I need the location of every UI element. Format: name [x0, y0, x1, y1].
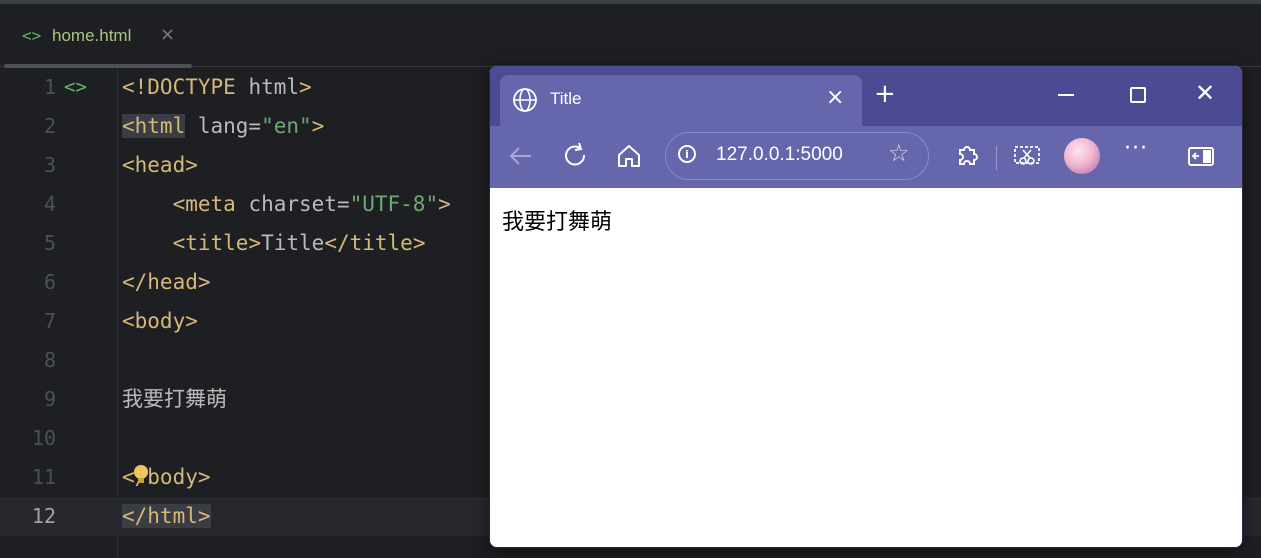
line-number: 8	[43, 348, 56, 372]
home-icon[interactable]	[614, 141, 644, 171]
page-body-text: 我要打舞萌	[502, 210, 613, 235]
toolbar-separator	[996, 146, 997, 170]
code-token: 我要打舞萌	[122, 387, 227, 411]
code-text: <!DOCTYPE html>	[122, 68, 312, 107]
code-token: "UTF-8"	[349, 192, 439, 216]
line-number: 12	[31, 504, 56, 528]
code-token: html	[248, 75, 300, 99]
minimize-button[interactable]	[1058, 94, 1074, 96]
html-gutter-icon[interactable]: <>	[64, 68, 87, 107]
code-token: <title>	[172, 231, 262, 255]
code-token: </html>	[122, 504, 211, 528]
code-text: <meta charset="UTF-8">	[122, 185, 451, 224]
line-number: 6	[43, 270, 56, 294]
code-token: </title>	[324, 231, 426, 255]
close-icon[interactable]: ×	[160, 24, 175, 45]
line-number: 9	[43, 387, 56, 411]
code-token: <html	[122, 114, 186, 138]
code-text: 我要打舞萌	[122, 380, 227, 419]
line-number: 7	[43, 309, 56, 333]
lightbulb-icon[interactable]	[134, 465, 148, 483]
extensions-icon[interactable]	[952, 141, 982, 171]
code-token: "en"	[261, 114, 312, 138]
code-text: <body>	[122, 302, 198, 341]
globe-icon	[513, 88, 537, 112]
favorite-star-icon[interactable]: ☆	[888, 139, 910, 167]
browser-titlebar: Title × + ✕	[490, 66, 1242, 126]
line-number: 4	[43, 192, 56, 216]
code-token: >	[299, 75, 312, 99]
more-options-icon[interactable]: ···	[1124, 136, 1148, 161]
browser-window: Title × + ✕ i 127.0.0.1:5000 ☆ ··· 我要打舞萌	[489, 65, 1243, 548]
code-token: lang=	[185, 114, 262, 138]
code-text: </body>	[122, 458, 211, 497]
code-text: </head>	[122, 263, 211, 302]
tab-filename: home.html	[52, 26, 132, 45]
html-file-icon: <>	[22, 26, 42, 45]
code-text: <html lang="en">	[122, 107, 324, 146]
browser-toolbar: i 127.0.0.1:5000 ☆ ···	[490, 126, 1242, 188]
code-token: >	[438, 192, 451, 216]
code-text: </html>	[122, 497, 211, 536]
browser-tab-title: Title	[550, 89, 582, 108]
code-text: <head>	[122, 146, 198, 185]
site-info-icon[interactable]: i	[678, 145, 696, 163]
code-token: <!DOCTYPE	[122, 75, 249, 99]
code-token: <meta	[172, 192, 236, 216]
close-tab-icon[interactable]: ×	[826, 85, 844, 110]
code-token: <body>	[122, 309, 198, 333]
line-number: 10	[31, 426, 56, 450]
browser-page-content: 我要打舞萌	[490, 188, 1242, 547]
line-number: 3	[43, 153, 56, 177]
line-number: 11	[31, 465, 56, 489]
address-bar[interactable]: i 127.0.0.1:5000 ☆	[665, 132, 929, 180]
code-text: <title>Title</title>	[122, 224, 426, 263]
refresh-icon[interactable]	[560, 141, 590, 171]
line-number: 5	[43, 231, 56, 255]
editor-tab-home-html[interactable]: <> home.html ×	[0, 4, 192, 68]
browser-tab[interactable]: Title ×	[500, 75, 862, 126]
code-token: charset=	[235, 192, 350, 216]
line-number: 2	[43, 114, 56, 138]
code-token: </head>	[122, 270, 211, 294]
address-url[interactable]: 127.0.0.1:5000	[716, 144, 843, 166]
code-token: Title	[261, 231, 325, 255]
window-close-button[interactable]: ✕	[1195, 79, 1215, 107]
code-token: <head>	[122, 153, 198, 177]
line-number: 1	[43, 75, 56, 99]
screenshot-icon[interactable]	[1012, 141, 1042, 171]
code-token: >	[311, 114, 325, 138]
editor-tab-bar: <> home.html ×	[0, 4, 1261, 68]
back-arrow-icon[interactable]	[506, 141, 536, 171]
maximize-button[interactable]	[1130, 87, 1146, 103]
profile-avatar[interactable]	[1064, 138, 1100, 174]
sidebar-toggle-icon[interactable]	[1186, 141, 1216, 171]
new-tab-button[interactable]: +	[874, 80, 896, 108]
